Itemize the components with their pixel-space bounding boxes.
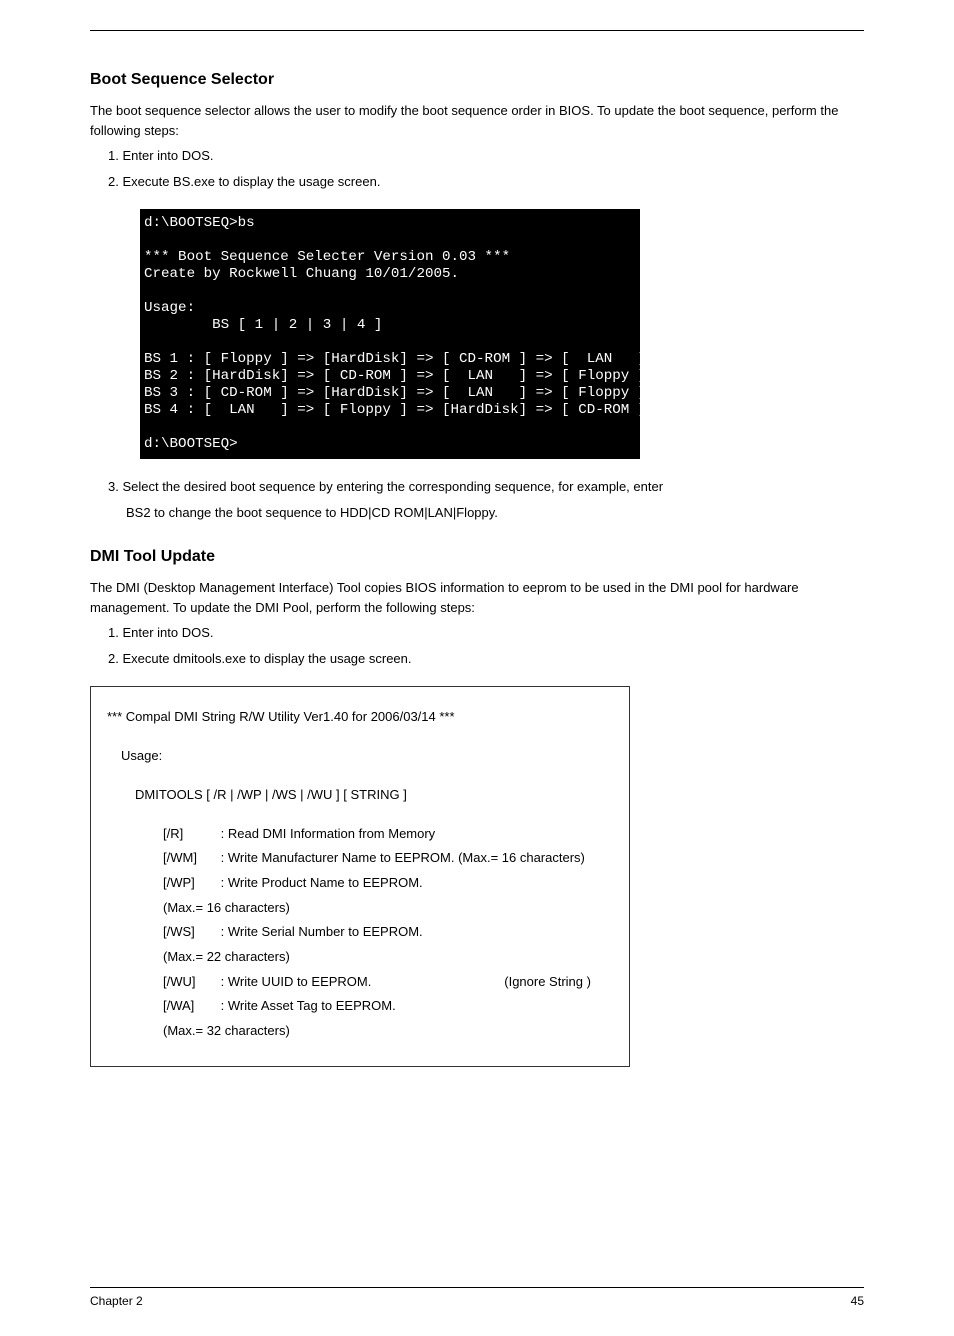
opt-extra: (Max.= 22 characters): [163, 945, 290, 970]
opt-extra: (Ignore String ): [504, 970, 591, 995]
opt-key: [/WU]: [163, 970, 217, 995]
opt-desc: : Write Product Name to EEPROM.: [221, 871, 501, 896]
section-boot-sequence: Boot Sequence Selector The boot sequence…: [90, 71, 864, 522]
opt-desc: : Write Serial Number to EEPROM.: [221, 920, 501, 945]
spacer: [107, 730, 613, 744]
opt-key: [/WM]: [163, 846, 217, 871]
box-option: [/WU] : Write UUID to EEPROM. (Ignore St…: [107, 970, 613, 995]
term-line: *** Boot Sequence Selecter Version 0.03 …: [144, 249, 510, 265]
term-line: BS 2 : [HardDisk] => [ CD-ROM ] => [ LAN…: [144, 368, 646, 384]
terminal-screenshot: d:\BOOTSEQ>bs *** Boot Sequence Selecter…: [140, 209, 640, 459]
box-header: *** Compal DMI String R/W Utility Ver1.4…: [107, 705, 613, 730]
opt-desc: : Write UUID to EEPROM.: [221, 970, 501, 995]
section-intro: The boot sequence selector allows the us…: [90, 101, 864, 140]
term-line: BS 1 : [ Floppy ] => [HardDisk] => [ CD-…: [144, 351, 646, 367]
term-line: BS 4 : [ LAN ] => [ Floppy ] => [HardDis…: [144, 402, 646, 418]
section-intro: The DMI (Desktop Management Interface) T…: [90, 578, 864, 617]
footer-chapter: Chapter 2: [90, 1294, 143, 1308]
step-3-text: 3. Select the desired boot sequence by e…: [108, 479, 663, 494]
box-option: [/R] : Read DMI Information from Memory: [107, 822, 613, 847]
step-3b: BS2 to change the boot sequence to HDD|C…: [126, 503, 864, 523]
dmi-usage-box: *** Compal DMI String R/W Utility Ver1.4…: [90, 686, 630, 1066]
term-line: Usage:: [144, 300, 195, 316]
spacer: [107, 808, 613, 822]
opt-key: [/WA]: [163, 994, 217, 1019]
section-title: Boot Sequence Selector: [90, 71, 864, 89]
opt-desc: : Write Manufacturer Name to EEPROM. (Ma…: [221, 846, 585, 871]
opt-desc: : Write Asset Tag to EEPROM.: [221, 994, 501, 1019]
box-command: DMITOOLS [ /R | /WP | /WS | /WU ] [ STRI…: [107, 783, 613, 808]
box-usage-label: Usage:: [107, 744, 613, 769]
spacer: [107, 769, 613, 783]
opt-key: [/R]: [163, 822, 217, 847]
step-1: 1. Enter into DOS.: [108, 623, 864, 643]
term-line: BS [ 1 | 2 | 3 | 4 ]: [144, 317, 382, 333]
section-title: DMI Tool Update: [90, 548, 864, 566]
opt-extra: (Max.= 16 characters): [163, 896, 290, 921]
top-rule: [90, 30, 864, 31]
box-option: [/WS] : Write Serial Number to EEPROM. (…: [107, 920, 613, 969]
opt-extra: (Max.= 32 characters): [163, 1019, 290, 1044]
opt-key: [/WP]: [163, 871, 217, 896]
box-option: [/WM] : Write Manufacturer Name to EEPRO…: [107, 846, 613, 871]
term-line: BS 3 : [ CD-ROM ] => [HardDisk] => [ LAN…: [144, 385, 646, 401]
term-line: d:\BOOTSEQ>bs: [144, 215, 255, 231]
opt-desc: : Read DMI Information from Memory: [221, 822, 436, 847]
step-3: 3. Select the desired boot sequence by e…: [108, 477, 864, 497]
footer-page-number: 45: [851, 1294, 864, 1308]
page-footer: Chapter 2 45: [90, 1287, 864, 1308]
section-dmi-tool: DMI Tool Update The DMI (Desktop Managem…: [90, 548, 864, 1066]
term-line: d:\BOOTSEQ>: [144, 436, 238, 452]
box-option: [/WA] : Write Asset Tag to EEPROM. (Max.…: [107, 994, 613, 1043]
box-option: [/WP] : Write Product Name to EEPROM. (M…: [107, 871, 613, 920]
page-body: Boot Sequence Selector The boot sequence…: [0, 0, 954, 1067]
opt-key: [/WS]: [163, 920, 217, 945]
term-line: Create by Rockwell Chuang 10/01/2005.: [144, 266, 459, 282]
step-2: 2. Execute BS.exe to display the usage s…: [108, 172, 864, 192]
step-1: 1. Enter into DOS.: [108, 146, 864, 166]
step-2: 2. Execute dmitools.exe to display the u…: [108, 649, 864, 669]
